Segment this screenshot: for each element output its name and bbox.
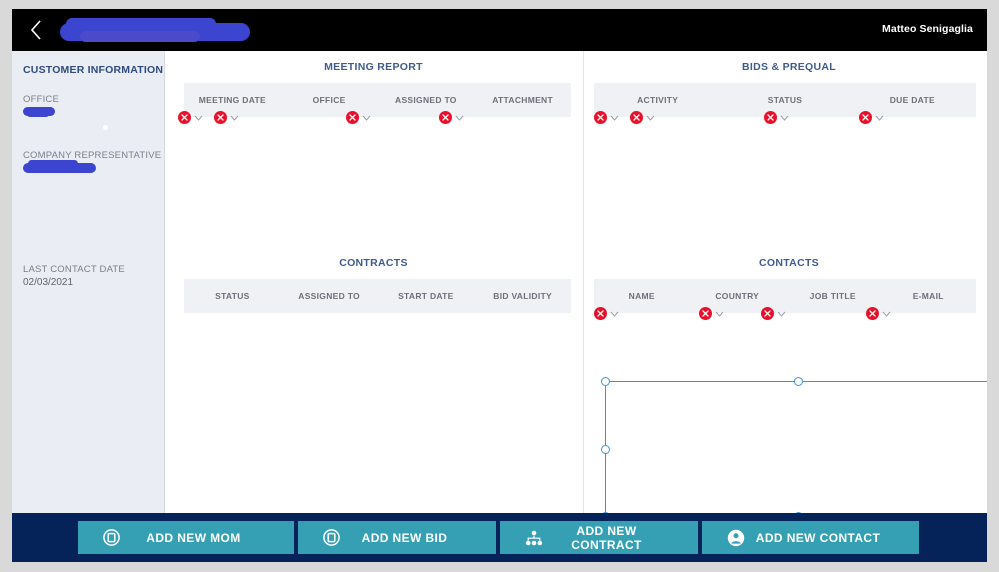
filter-control[interactable] — [346, 111, 371, 124]
resize-handle-middle-left[interactable] — [601, 444, 610, 454]
add-new-bid-button[interactable]: ADD NEW BID — [298, 521, 496, 554]
resize-selection-box[interactable] — [601, 377, 987, 521]
add-new-contact-label: ADD NEW CONTACT — [755, 530, 881, 545]
person-circle-icon — [726, 528, 745, 547]
filter-control[interactable] — [859, 111, 884, 124]
resize-handle-top-center[interactable] — [794, 377, 803, 386]
panel-vertical-divider — [583, 51, 584, 513]
filter-control[interactable] — [178, 111, 203, 124]
chevron-left-icon — [29, 19, 43, 41]
column-header: ASSIGNED TO — [298, 291, 360, 301]
remove-filter-icon[interactable] — [178, 111, 191, 124]
remove-filter-icon[interactable] — [859, 111, 872, 124]
remove-filter-icon[interactable] — [630, 111, 643, 124]
column-header: START DATE — [398, 291, 454, 301]
sitemap-icon — [524, 528, 543, 547]
filter-control[interactable] — [594, 307, 619, 320]
back-button[interactable] — [20, 15, 52, 45]
panel-bids-prequal: BIDS & PREQUAL ACTIVITY STATUS DUE DATE — [594, 55, 984, 255]
panel-meeting-report: MEETING REPORT MEETING DATE OFFICE ASSIG… — [176, 55, 571, 255]
panel-title-contracts: CONTRACTS — [339, 257, 408, 269]
panel-title-contacts: CONTACTS — [759, 257, 819, 269]
customer-information-sidebar: CUSTOMER INFORMATION OFFICE COMPANY REPR… — [12, 51, 165, 513]
top-header-bar: Matteo Senigaglia — [12, 9, 987, 51]
column-header: STATUS — [215, 291, 250, 301]
filter-control[interactable] — [630, 111, 655, 124]
user-name-label: Matteo Senigaglia — [882, 23, 973, 35]
column-header: DUE DATE — [889, 95, 935, 105]
remove-filter-icon[interactable] — [214, 111, 227, 124]
remove-filter-icon[interactable] — [346, 111, 359, 124]
status-dot — [103, 125, 108, 130]
column-header: ASSIGNED TO — [395, 95, 457, 105]
table-header-contracts: STATUS ASSIGNED TO START DATE BID VALIDI… — [184, 279, 571, 313]
document-circle-icon — [102, 528, 121, 547]
column-header: COUNTRY — [715, 291, 760, 301]
column-header: NAME — [628, 291, 655, 301]
column-header: MEETING DATE — [198, 95, 266, 105]
column-header: OFFICE — [312, 95, 346, 105]
chevron-down-icon[interactable] — [882, 311, 891, 317]
add-new-mom-button[interactable]: ADD NEW MOM — [78, 521, 294, 554]
remove-filter-icon[interactable] — [439, 111, 452, 124]
panels-container: MEETING REPORT MEETING DATE OFFICE ASSIG… — [164, 51, 987, 521]
chevron-down-icon[interactable] — [875, 115, 884, 121]
chevron-down-icon[interactable] — [646, 115, 655, 121]
filter-row-contacts — [594, 307, 984, 325]
column-header: E-MAIL — [912, 291, 944, 301]
remove-filter-icon[interactable] — [761, 307, 774, 320]
filter-control[interactable] — [866, 307, 891, 320]
filter-control[interactable] — [214, 111, 239, 124]
column-header: JOB TITLE — [809, 291, 856, 301]
last-contact-date-label: LAST CONTACT DATE — [23, 264, 125, 275]
chevron-down-icon[interactable] — [715, 311, 724, 317]
last-contact-date-value: 02/03/2021 — [23, 277, 74, 288]
chevron-down-icon[interactable] — [362, 115, 371, 121]
panel-title-bids-prequal: BIDS & PREQUAL — [741, 61, 837, 73]
remove-filter-icon[interactable] — [594, 111, 607, 124]
panel-title-meeting-report: MEETING REPORT — [324, 61, 423, 73]
company-representative-value-redacted — [23, 160, 96, 173]
add-new-contract-label: ADD NEW CONTRACT — [571, 523, 642, 552]
column-header: ATTACHMENT — [492, 95, 553, 105]
filter-row-bids-prequal — [594, 111, 984, 129]
redacted-page-title — [60, 18, 250, 42]
remove-filter-icon[interactable] — [594, 307, 607, 320]
sidebar-heading: CUSTOMER INFORMATION — [23, 64, 164, 76]
filter-control[interactable] — [764, 111, 789, 124]
remove-filter-icon[interactable] — [764, 111, 777, 124]
filter-control[interactable] — [699, 307, 724, 320]
column-header: STATUS — [767, 95, 803, 105]
filter-control[interactable] — [439, 111, 464, 124]
chevron-down-icon[interactable] — [610, 311, 619, 317]
action-buttons-group: ADD NEW MOM ADD NEW BID ADD NEW CONTRACT… — [78, 521, 919, 554]
chevron-down-icon[interactable] — [780, 115, 789, 121]
resize-handle-top-left[interactable] — [601, 377, 610, 386]
chevron-down-icon[interactable] — [455, 115, 464, 121]
office-value-redacted — [23, 107, 55, 117]
bottom-action-bar: ADD NEW MOM ADD NEW BID ADD NEW CONTRACT… — [12, 513, 987, 562]
remove-filter-icon[interactable] — [699, 307, 712, 320]
panel-contracts: CONTRACTS STATUS ASSIGNED TO START DATE … — [176, 251, 571, 506]
add-new-mom-label: ADD NEW MOM — [146, 530, 241, 545]
application-window: Matteo Senigaglia CUSTOMER INFORMATION O… — [12, 9, 987, 562]
add-new-bid-label: ADD NEW BID — [361, 530, 448, 545]
chevron-down-icon[interactable] — [610, 115, 619, 121]
chevron-down-icon[interactable] — [194, 115, 203, 121]
filter-control[interactable] — [594, 111, 619, 124]
column-header: BID VALIDITY — [493, 291, 552, 301]
filter-control[interactable] — [761, 307, 786, 320]
add-new-contract-button[interactable]: ADD NEW CONTRACT — [500, 521, 698, 554]
office-label: OFFICE — [23, 94, 60, 105]
add-new-contact-button[interactable]: ADD NEW CONTACT — [702, 521, 919, 554]
body-area: CUSTOMER INFORMATION OFFICE COMPANY REPR… — [12, 51, 987, 521]
chevron-down-icon[interactable] — [777, 311, 786, 317]
column-header: ACTIVITY — [637, 95, 679, 105]
filter-row-meeting-report — [176, 111, 571, 129]
panel-contacts: CONTACTS NAME COUNTRY JOB TITLE E-MAIL — [594, 251, 987, 521]
screen-root: Matteo Senigaglia CUSTOMER INFORMATION O… — [0, 0, 999, 572]
chevron-down-icon[interactable] — [230, 115, 239, 121]
document-circle-icon — [322, 528, 341, 547]
remove-filter-icon[interactable] — [866, 307, 879, 320]
